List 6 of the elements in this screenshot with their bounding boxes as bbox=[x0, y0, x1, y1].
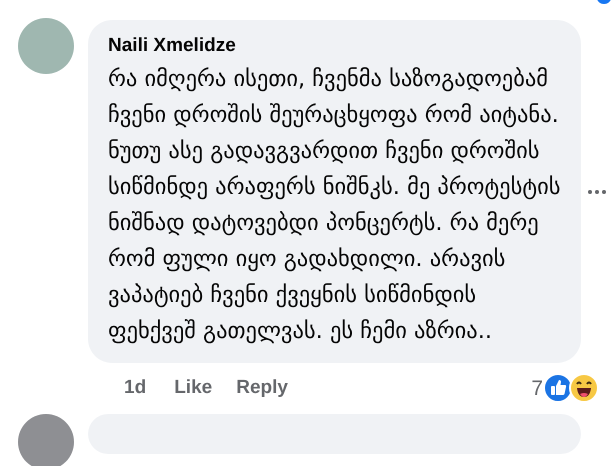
like-link[interactable]: Like bbox=[174, 374, 212, 402]
comment-time[interactable]: 1d bbox=[124, 374, 146, 402]
comment-text: რა იმღერა ისეთი, ჩვენმა საზოგადოებამ ჩვენი დროშის შეურაცხყოფა რომ აიტანა. ნუთუ ასე გადავგვარდით ჩვენი დროშის სიწმინდე არაფერს ნიშნკს. მე პროტესტის ნიშნად დატოვებდი პონცერტს. რა მერე რომ ფული იყო გადახდილი. არავის ვაპატიებ ჩვენი ქვეყნის სიწმინდის ფეხქვეშ გათელვას. ეს ჩემი აზრია.. bbox=[108, 64, 562, 346]
reply-link[interactable]: Reply bbox=[236, 374, 288, 402]
author-name[interactable]: Naili Xmelidze bbox=[108, 32, 563, 60]
reaction-count[interactable]: 7 bbox=[531, 372, 543, 404]
